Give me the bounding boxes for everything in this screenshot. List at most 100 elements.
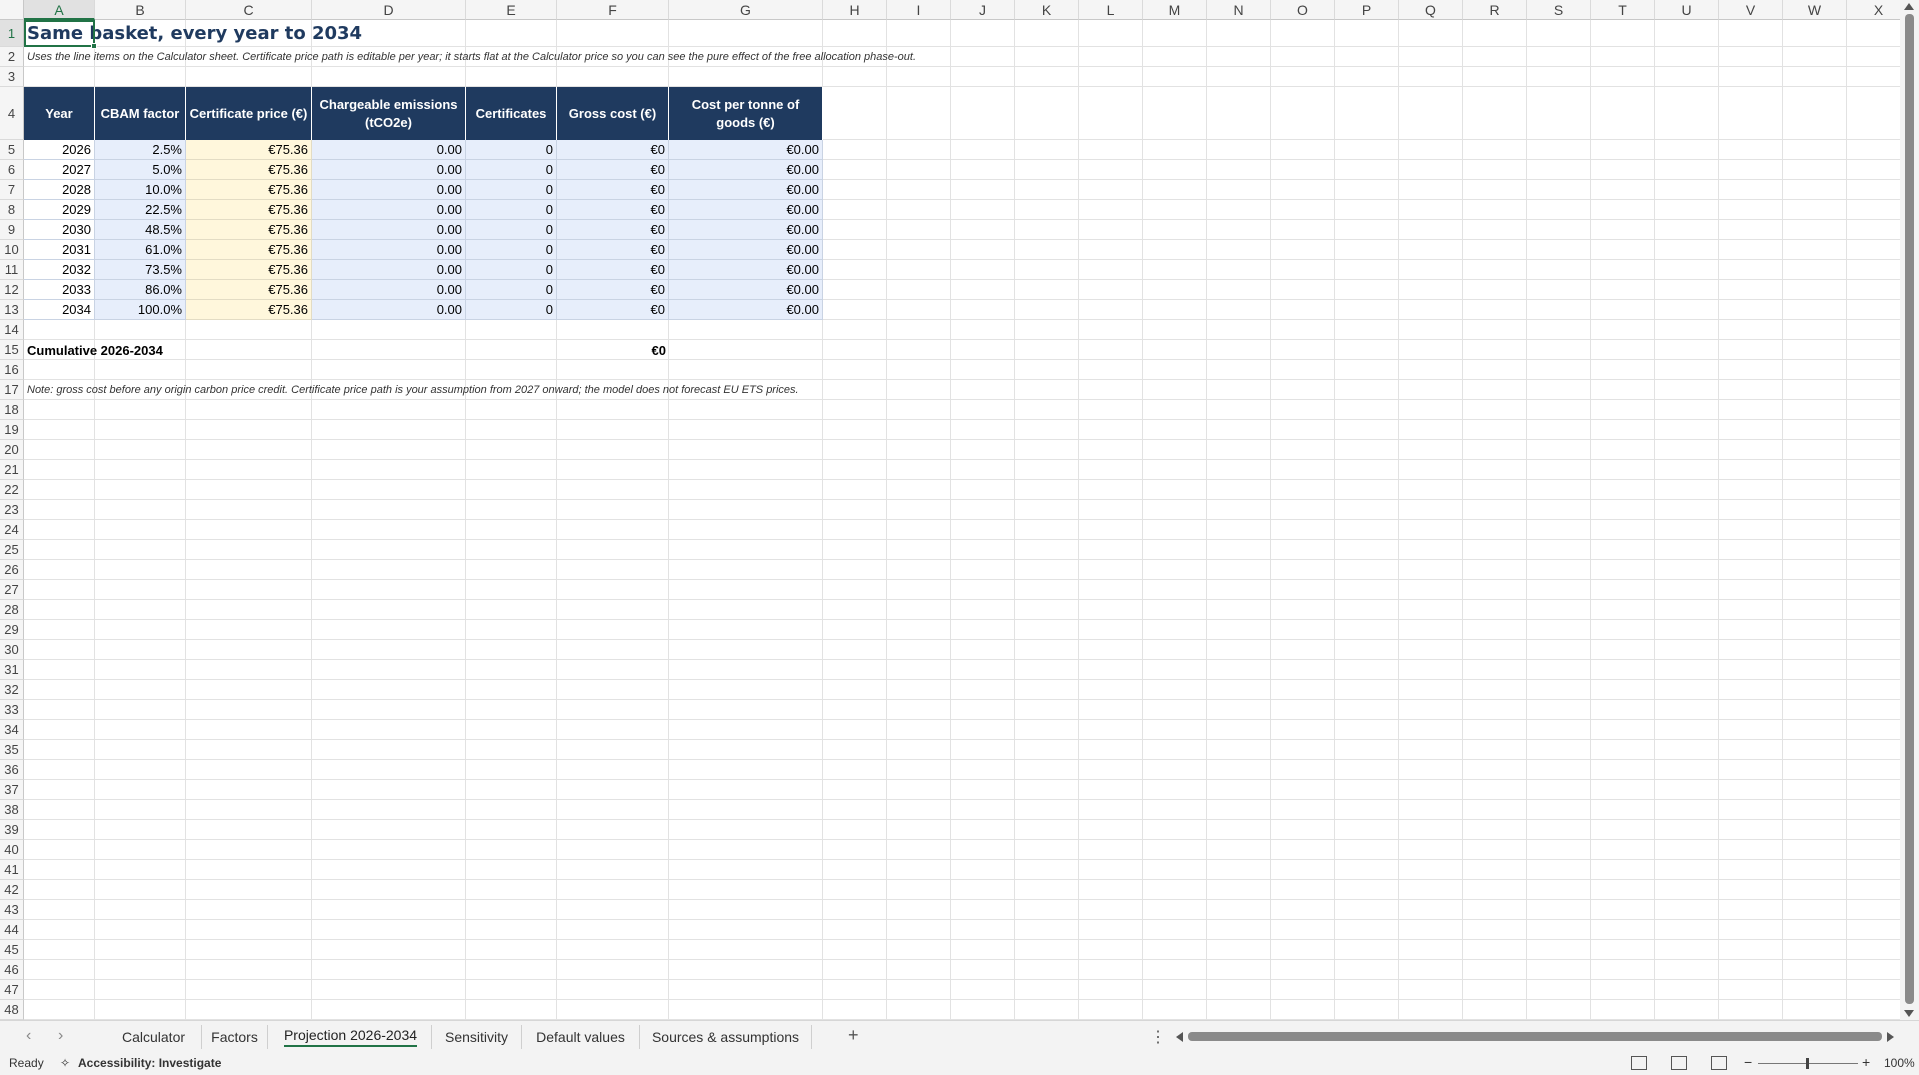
cell-year[interactable]: 2032 [24, 260, 95, 280]
sheet-tab[interactable]: Calculator [106, 1025, 202, 1049]
header-gross-cost[interactable]: Gross cost (€) [557, 87, 669, 140]
cell-year[interactable]: 2031 [24, 240, 95, 260]
row-header[interactable]: 3 [0, 67, 24, 87]
column-header[interactable]: Q [1399, 0, 1463, 20]
column-header[interactable]: V [1719, 0, 1783, 20]
cell-certificate-price[interactable]: €75.36 [186, 240, 312, 260]
column-header[interactable]: C [186, 0, 312, 20]
horizontal-scrollbar[interactable] [1172, 1030, 1898, 1044]
sheet-tab[interactable]: Sources & assumptions [640, 1025, 812, 1049]
sheet-tab[interactable]: Sensitivity [432, 1025, 522, 1049]
cell-gross-cost[interactable]: €0 [557, 280, 669, 300]
column-header[interactable]: P [1335, 0, 1399, 20]
row-header[interactable]: 17 [0, 380, 24, 400]
cell-chargeable-emissions[interactable]: 0.00 [312, 280, 466, 300]
header-certificates[interactable]: Certificates [466, 87, 557, 140]
cell-gross-cost[interactable]: €0 [557, 240, 669, 260]
header-chargeable-emissions[interactable]: Chargeable emissions (tCO2e) [312, 87, 466, 140]
cell-cbam-factor[interactable]: 73.5% [95, 260, 186, 280]
cell-certificates[interactable]: 0 [466, 160, 557, 180]
row-header[interactable]: 26 [0, 560, 24, 580]
cell-cost-per-tonne[interactable]: €0.00 [669, 300, 823, 320]
vertical-scroll-thumb[interactable] [1905, 14, 1914, 1004]
sheet-tab[interactable]: Factors [202, 1025, 268, 1049]
cell-cost-per-tonne[interactable]: €0.00 [669, 260, 823, 280]
cell-gross-cost[interactable]: €0 [557, 140, 669, 160]
cell-gross-cost[interactable]: €0 [557, 180, 669, 200]
cell-cost-per-tonne[interactable]: €0.00 [669, 160, 823, 180]
header-year[interactable]: Year [24, 87, 95, 140]
row-header[interactable]: 44 [0, 920, 24, 940]
row-header[interactable]: 23 [0, 500, 24, 520]
cell-year[interactable]: 2030 [24, 220, 95, 240]
scroll-left-icon[interactable] [1176, 1032, 1183, 1042]
row-header[interactable]: 37 [0, 780, 24, 800]
cell-certificates[interactable]: 0 [466, 300, 557, 320]
cell-certificate-price[interactable]: €75.36 [186, 260, 312, 280]
cell-gross-cost[interactable]: €0 [557, 260, 669, 280]
cell-cost-per-tonne[interactable]: €0.00 [669, 180, 823, 200]
cell-gross-cost[interactable]: €0 [557, 220, 669, 240]
row-header[interactable]: 42 [0, 880, 24, 900]
cell-cost-per-tonne[interactable]: €0.00 [669, 140, 823, 160]
row-header[interactable]: 24 [0, 520, 24, 540]
header-certificate-price[interactable]: Certificate price (€) [186, 87, 312, 140]
column-header[interactable]: S [1527, 0, 1591, 20]
cell-certificate-price[interactable]: €75.36 [186, 280, 312, 300]
cell-chargeable-emissions[interactable]: 0.00 [312, 260, 466, 280]
cell-certificates[interactable]: 0 [466, 260, 557, 280]
cell-chargeable-emissions[interactable]: 0.00 [312, 300, 466, 320]
zoom-slider-knob[interactable] [1806, 1058, 1809, 1069]
row-header[interactable]: 48 [0, 1000, 24, 1020]
row-header[interactable]: 32 [0, 680, 24, 700]
row-header[interactable]: 19 [0, 420, 24, 440]
sheet-subtitle[interactable]: Uses the line items on the Calculator sh… [24, 47, 916, 67]
accessibility-icon[interactable]: ✧ [60, 1056, 70, 1070]
cell-year[interactable]: 2027 [24, 160, 95, 180]
cell-certificates[interactable]: 0 [466, 240, 557, 260]
row-header[interactable]: 20 [0, 440, 24, 460]
row-header[interactable]: 45 [0, 940, 24, 960]
row-header[interactable]: 41 [0, 860, 24, 880]
cell-certificates[interactable]: 0 [466, 180, 557, 200]
row-header[interactable]: 14 [0, 320, 24, 340]
sheet-tab[interactable]: Default values [522, 1025, 640, 1049]
grid-view-icon[interactable] [1631, 1056, 1647, 1070]
row-header[interactable]: 13 [0, 300, 24, 320]
row-header[interactable]: 29 [0, 620, 24, 640]
worksheet[interactable]: ABCDEFGHIJKLMNOPQRSTUVWX 1 2 3 4 5 6 7 8 9 10 11 12… [0, 0, 1900, 1020]
cell-cost-per-tonne[interactable]: €0.00 [669, 200, 823, 220]
column-header[interactable]: T [1591, 0, 1655, 20]
column-header[interactable]: A [24, 0, 95, 20]
column-header[interactable]: H [823, 0, 887, 20]
cell-chargeable-emissions[interactable]: 0.00 [312, 240, 466, 260]
cell-cost-per-tonne[interactable]: €0.00 [669, 280, 823, 300]
row-header[interactable]: 38 [0, 800, 24, 820]
cell-year[interactable]: 2033 [24, 280, 95, 300]
select-all-corner[interactable] [0, 0, 24, 20]
row-header[interactable]: 5 [0, 140, 24, 160]
row-header[interactable]: 21 [0, 460, 24, 480]
column-header[interactable]: R [1463, 0, 1527, 20]
cumulative-label[interactable]: Cumulative 2026-2034 [24, 340, 186, 360]
row-header[interactable]: 16 [0, 360, 24, 380]
cell-cbam-factor[interactable]: 22.5% [95, 200, 186, 220]
cell-certificate-price[interactable]: €75.36 [186, 200, 312, 220]
row-header[interactable]: 10 [0, 240, 24, 260]
scroll-up-icon[interactable] [1904, 3, 1914, 10]
cell-certificates[interactable]: 0 [466, 140, 557, 160]
row-header[interactable]: 34 [0, 720, 24, 740]
column-header[interactable]: L [1079, 0, 1143, 20]
cell-certificates[interactable]: 0 [466, 280, 557, 300]
cell-cbam-factor[interactable]: 48.5% [95, 220, 186, 240]
column-header[interactable]: J [951, 0, 1015, 20]
row-header[interactable]: 8 [0, 200, 24, 220]
zoom-level[interactable]: 100% [1884, 1056, 1915, 1070]
cell-certificate-price[interactable]: €75.36 [186, 300, 312, 320]
cell-cost-per-tonne[interactable]: €0.00 [669, 220, 823, 240]
cell-gross-cost[interactable]: €0 [557, 300, 669, 320]
column-header[interactable]: U [1655, 0, 1719, 20]
column-header[interactable]: F [557, 0, 669, 20]
row-header[interactable]: 11 [0, 260, 24, 280]
page-layout-icon[interactable] [1671, 1056, 1687, 1070]
